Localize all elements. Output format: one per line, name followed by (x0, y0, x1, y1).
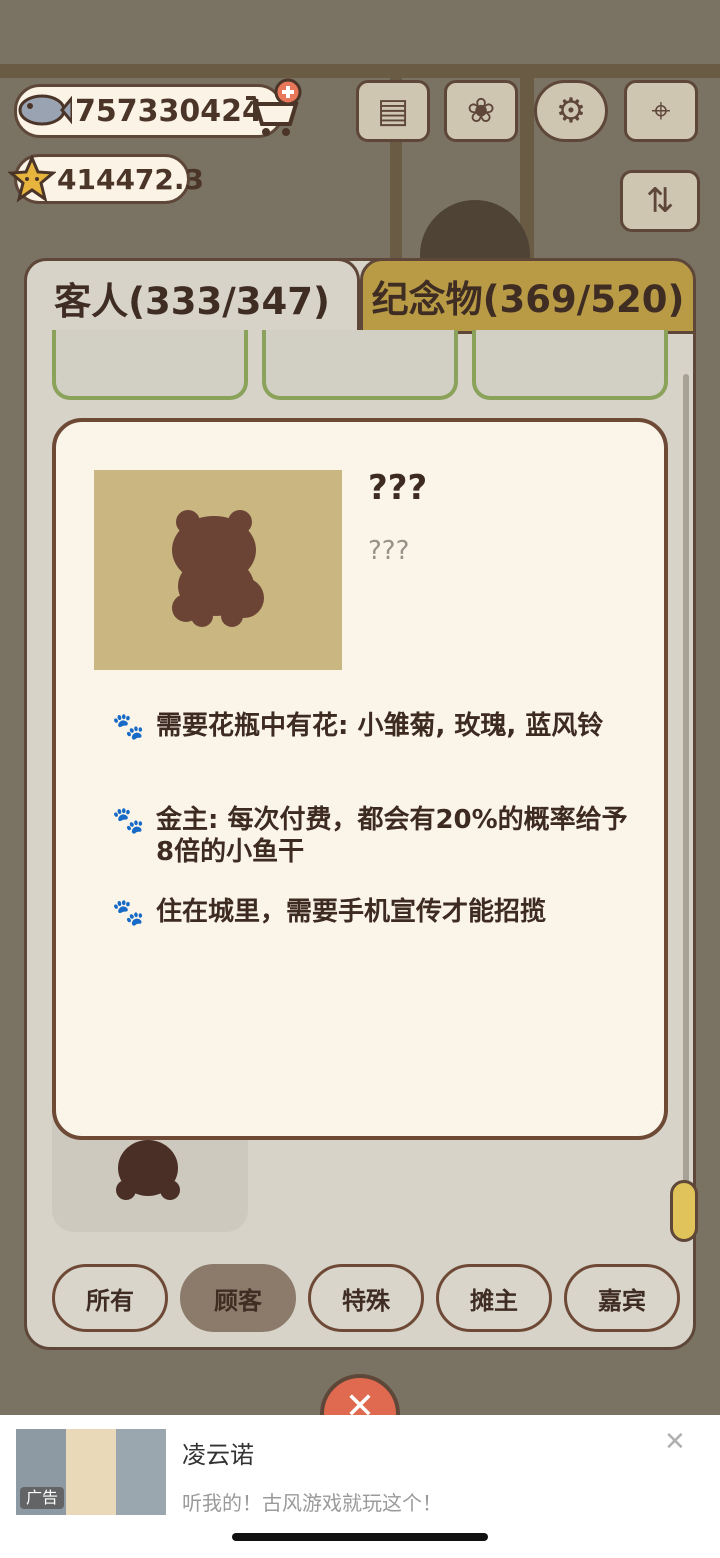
paw-icon: 🐾 (112, 898, 145, 928)
cart-plus-icon[interactable] (240, 78, 304, 142)
filter-vendors-button[interactable]: 摊主 (436, 1264, 552, 1332)
ad-badge: 广告 (20, 1487, 65, 1509)
filter-label: 特殊 (342, 1286, 390, 1315)
filter-guests-button[interactable]: 嘉宾 (564, 1264, 680, 1332)
scrollbar-track[interactable] (683, 374, 689, 1234)
ad-banner[interactable]: 广告 凌云诺 听我的！古风游戏就玩这个！ ✕ (0, 1415, 720, 1558)
fish-icon (16, 86, 74, 134)
map-icon[interactable]: ⌖ (624, 80, 698, 142)
trait-item: 🐾 住在城里，需要手机宣传才能招揽 (112, 896, 632, 928)
scrollbar-thumb[interactable] (670, 1180, 698, 1242)
guest-silhouette (116, 1140, 180, 1200)
guest-card[interactable] (472, 330, 668, 400)
guest-card[interactable] (262, 330, 458, 400)
filter-special-button[interactable]: 特殊 (308, 1264, 424, 1332)
wooden-beam (0, 64, 720, 78)
paw-icon: 🐾 (112, 712, 145, 742)
trait-text: 需要花瓶中有花: 小雏菊, 玫瑰, 蓝风铃 (156, 711, 604, 741)
close-button[interactable]: ✕ (320, 1374, 400, 1418)
fish-count: 757330424 (75, 93, 263, 129)
ad-thumbnail[interactable]: 广告 (16, 1429, 166, 1515)
filter-all-button[interactable]: 所有 (52, 1264, 168, 1332)
guest-name: ??? (368, 468, 428, 508)
filter-label: 摊主 (470, 1286, 518, 1315)
bear-silhouette-icon (172, 510, 264, 627)
sort-icon[interactable]: ⇅ (620, 170, 700, 232)
book-icon[interactable]: ❀ (444, 80, 518, 142)
tab-guests[interactable]: 客人(333/347) (24, 258, 360, 334)
ad-subtitle: 听我的！古风游戏就玩这个！ (182, 1491, 442, 1515)
tab-souvenirs[interactable]: 纪念物(369/520) (360, 258, 696, 334)
home-indicator (232, 1533, 488, 1541)
news-icon[interactable]: ▤ (356, 80, 430, 142)
trait-item: 🐾 需要花瓶中有花: 小雏菊, 玫瑰, 蓝风铃 (112, 710, 632, 742)
filter-label: 顾客 (214, 1286, 262, 1315)
ad-title: 凌云诺 (182, 1441, 254, 1469)
guest-portrait (94, 470, 342, 670)
close-icon: ✕ (320, 1374, 400, 1418)
ad-badge-label: 广告 (26, 1488, 59, 1507)
gear-icon[interactable]: ⚙ (534, 80, 608, 142)
filter-label: 嘉宾 (598, 1286, 646, 1315)
filter-customers-button[interactable]: 顾客 (180, 1264, 296, 1332)
guest-card[interactable] (52, 330, 248, 400)
paw-icon: 🐾 (112, 806, 145, 836)
tab-guests-label: 客人(333/347) (54, 279, 330, 323)
guest-detail-modal: ??? ??? 🐾 需要花瓶中有花: 小雏菊, 玫瑰, 蓝风铃 🐾 金主: 每次… (52, 418, 668, 1140)
star-count: 414472.3 (57, 162, 205, 196)
star-face-icon (7, 154, 57, 204)
trait-text: 住在城里，需要手机宣传才能招揽 (156, 897, 547, 927)
tab-souvenirs-label: 纪念物(369/520) (371, 278, 685, 321)
guest-description: ??? (368, 536, 410, 566)
ad-close-icon[interactable]: ✕ (664, 1427, 686, 1457)
trait-text: 金主: 每次付费，都会有20%的概率给予8倍的小鱼干 (156, 805, 628, 867)
trait-item: 🐾 金主: 每次付费，都会有20%的概率给予8倍的小鱼干 (112, 804, 632, 868)
filter-label: 所有 (86, 1286, 134, 1315)
